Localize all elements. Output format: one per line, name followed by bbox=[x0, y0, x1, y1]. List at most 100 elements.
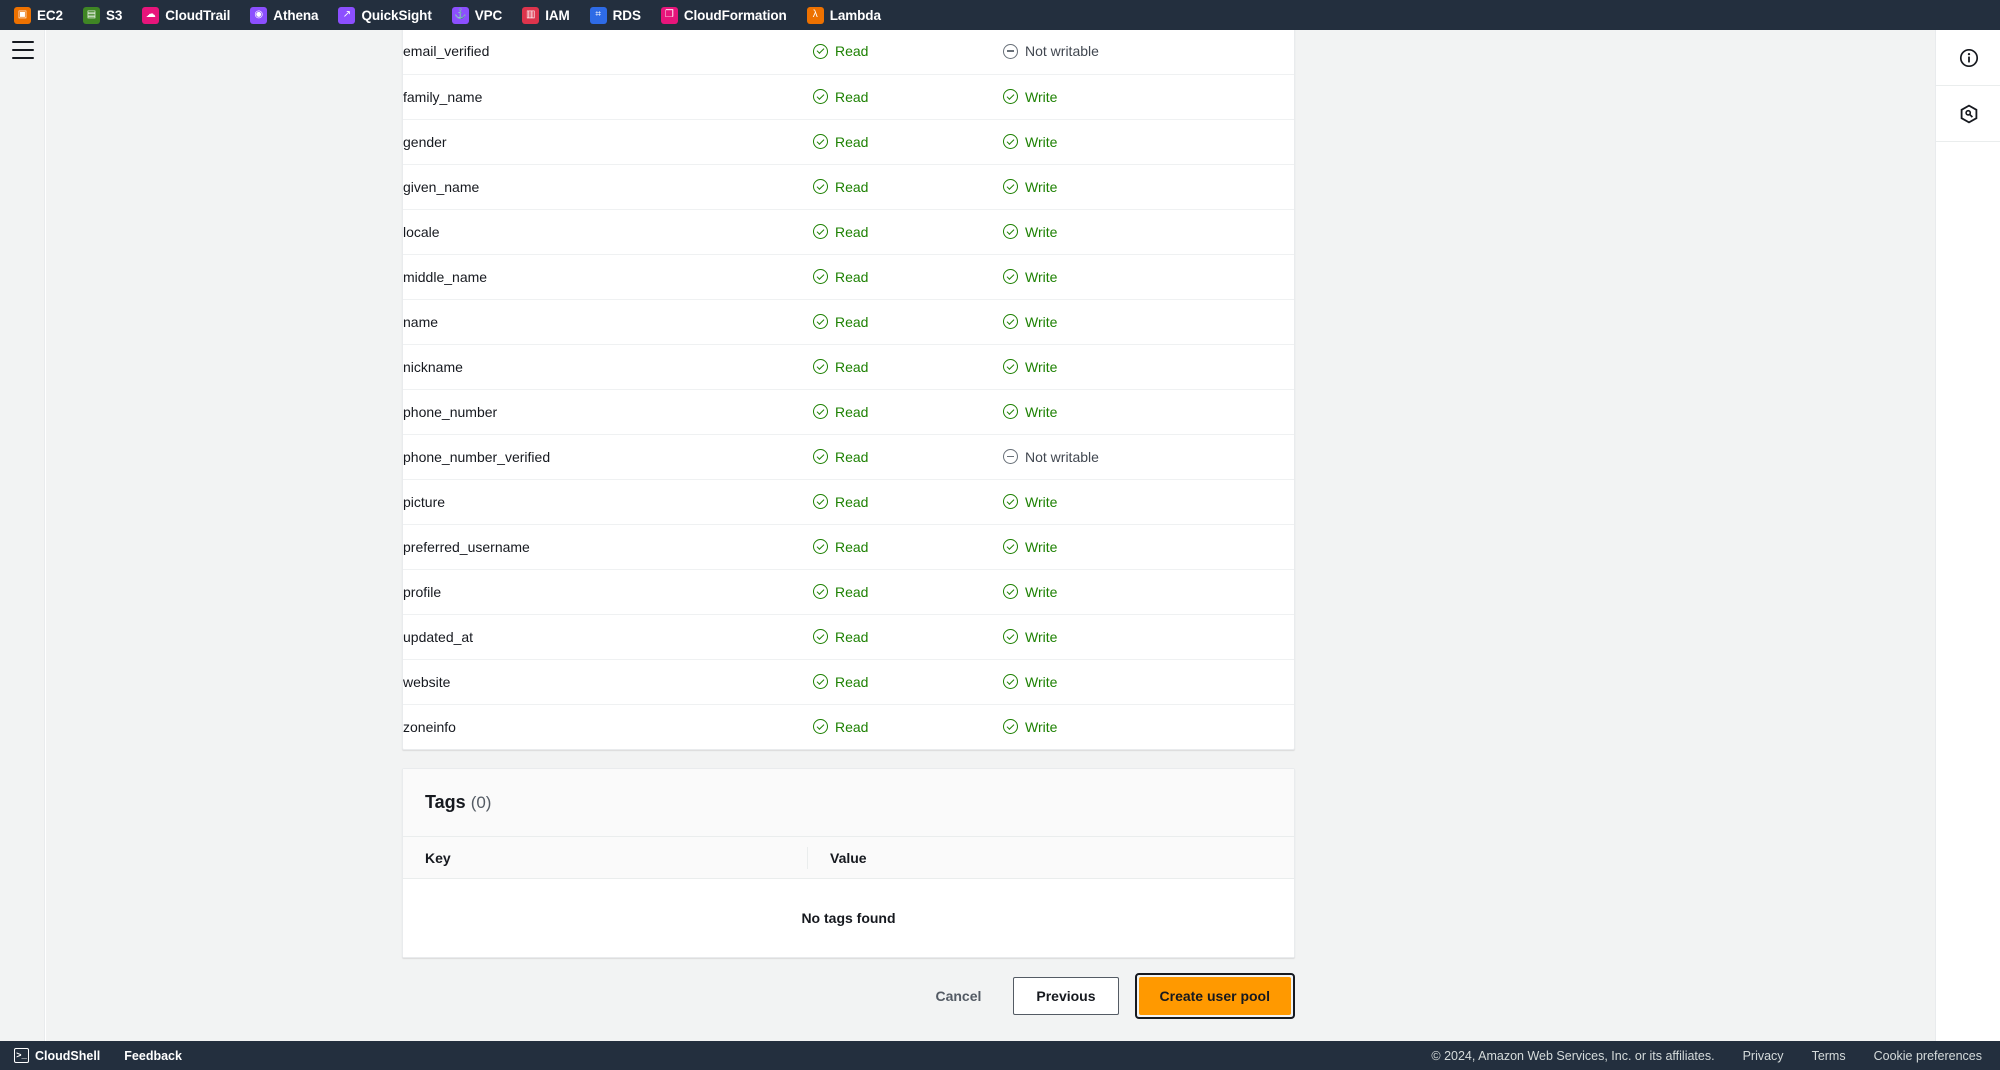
service-shortcut-quicksight[interactable]: ↗ QuickSight bbox=[338, 0, 442, 30]
status-label: Read bbox=[835, 43, 869, 60]
status-label: Read bbox=[835, 178, 869, 195]
cloudshell-button[interactable]: >_ CloudShell bbox=[14, 1048, 100, 1063]
check-circle-icon bbox=[1003, 539, 1018, 554]
attribute-name-cell: given_name bbox=[403, 164, 813, 210]
s3-icon: ▤ bbox=[82, 6, 100, 24]
hamburger-menu-icon[interactable] bbox=[12, 41, 34, 59]
status-label: Read bbox=[835, 133, 869, 150]
check-circle-icon bbox=[813, 584, 828, 599]
check-circle-icon bbox=[1003, 359, 1018, 374]
copyright-text: © 2024, Amazon Web Services, Inc. or its… bbox=[1431, 1048, 1715, 1063]
check-circle-icon bbox=[813, 719, 828, 735]
page-footer: >_ CloudShell Feedback © 2024, Amazon We… bbox=[0, 1041, 2000, 1070]
athena-icon: ◉ bbox=[250, 6, 268, 24]
create-user-pool-focus-ring: Create user pool bbox=[1134, 973, 1295, 1019]
tags-empty-message: No tags found bbox=[403, 879, 1294, 957]
service-shortcut-rds[interactable]: ⌗ RDS bbox=[589, 0, 652, 30]
status-label: Write bbox=[1025, 493, 1058, 510]
check-circle-icon bbox=[813, 629, 828, 644]
info-panel-button[interactable] bbox=[1936, 30, 2000, 86]
terms-link[interactable]: Terms bbox=[1812, 1049, 1846, 1063]
check-circle-icon bbox=[813, 404, 828, 419]
attribute-name-cell: zoneinfo bbox=[403, 718, 456, 735]
create-user-pool-button[interactable]: Create user pool bbox=[1138, 977, 1291, 1015]
table-row: updated_at Read Write bbox=[403, 614, 1294, 660]
write-permission-cell: Not writable bbox=[1003, 30, 1294, 75]
check-circle-icon bbox=[813, 224, 828, 239]
app-shell: email_verified Read Not writable family_nam… bbox=[0, 30, 2000, 1041]
left-navigation-rail bbox=[0, 30, 45, 1041]
top-service-nav: ▣ EC2 ▤ S3 ☁ CloudTrail ◉ Athena ↗ Quick… bbox=[0, 0, 2000, 30]
table-row: gender Read Write bbox=[403, 119, 1294, 165]
cookie-preferences-link[interactable]: Cookie preferences bbox=[1874, 1049, 1982, 1063]
table-row: phone_number Read Write bbox=[403, 389, 1294, 435]
status-label: Write bbox=[1025, 223, 1058, 240]
status-label: Write bbox=[1025, 403, 1058, 420]
service-label: RDS bbox=[612, 7, 641, 23]
status-label: Write bbox=[1025, 358, 1058, 375]
check-circle-icon bbox=[813, 449, 828, 464]
attribute-permissions-card: email_verified Read Not writable family_nam… bbox=[402, 30, 1295, 750]
attribute-name-cell: email_verified bbox=[403, 30, 813, 75]
tags-title: Tags bbox=[425, 792, 466, 812]
service-label: VPC bbox=[474, 7, 503, 23]
privacy-link[interactable]: Privacy bbox=[1743, 1049, 1784, 1063]
read-permission-cell: Read bbox=[813, 74, 1003, 120]
service-shortcut-athena[interactable]: ◉ Athena bbox=[250, 0, 329, 30]
check-circle-icon bbox=[1003, 674, 1018, 689]
check-circle-icon bbox=[1003, 224, 1018, 239]
service-shortcut-ec2[interactable]: ▣ EC2 bbox=[14, 0, 74, 30]
check-circle-icon bbox=[813, 179, 828, 194]
feedback-link[interactable]: Feedback bbox=[124, 1049, 182, 1063]
cloudshell-label: CloudShell bbox=[35, 1048, 101, 1063]
read-permission-cell: Read bbox=[813, 434, 1003, 480]
cancel-button[interactable]: Cancel bbox=[919, 979, 997, 1013]
security-shield-icon bbox=[1960, 104, 1977, 123]
status-label: Write bbox=[1025, 313, 1058, 330]
status-label: Read bbox=[835, 583, 869, 600]
service-shortcut-lambda[interactable]: λ Lambda bbox=[806, 0, 892, 30]
wizard-actions: Cancel Previous Create user pool bbox=[402, 966, 1295, 1026]
service-label: CloudTrail bbox=[165, 7, 231, 23]
table-row: name Read Write bbox=[403, 299, 1294, 345]
status-label: Read bbox=[835, 448, 869, 465]
vpc-icon: ⚓ bbox=[451, 6, 469, 24]
read-permission-cell: Read bbox=[813, 704, 1003, 749]
table-row: middle_name Read Write bbox=[403, 254, 1294, 300]
info-circle-icon bbox=[1959, 48, 1978, 67]
table-row: locale Read Write bbox=[403, 209, 1294, 255]
main-content: email_verified Read Not writable family_nam… bbox=[400, 30, 1935, 1041]
service-shortcut-vpc[interactable]: ⚓ VPC bbox=[451, 0, 513, 30]
write-permission-cell: Write bbox=[1003, 209, 1294, 255]
status-label: Read bbox=[835, 673, 869, 690]
service-shortcut-cloudformation[interactable]: ❐ CloudFormation bbox=[660, 0, 798, 30]
previous-button[interactable]: Previous bbox=[1013, 977, 1119, 1015]
write-permission-cell: Write bbox=[1003, 344, 1294, 390]
table-row: preferred_username Read Write bbox=[403, 524, 1294, 570]
read-permission-cell: Read bbox=[813, 30, 1003, 75]
table-row: phone_number_verified Read Not writable bbox=[403, 434, 1294, 480]
left-spacer bbox=[46, 30, 400, 1041]
check-circle-icon bbox=[813, 269, 828, 284]
check-circle-icon bbox=[1003, 629, 1018, 644]
write-permission-cell: Write bbox=[1003, 614, 1294, 660]
tags-column-key: Key bbox=[425, 849, 451, 866]
service-shortcut-s3[interactable]: ▤ S3 bbox=[82, 0, 133, 30]
table-row: nickname Read Write bbox=[403, 344, 1294, 390]
write-permission-cell: Write bbox=[1003, 389, 1294, 435]
service-label: S3 bbox=[105, 7, 123, 23]
check-circle-icon bbox=[1003, 584, 1018, 599]
status-label: Read bbox=[835, 223, 869, 240]
status-label: Write bbox=[1025, 268, 1058, 285]
read-permission-cell: Read bbox=[813, 569, 1003, 615]
read-permission-cell: Read bbox=[813, 209, 1003, 255]
security-panel-button[interactable] bbox=[1936, 86, 2000, 142]
table-row: given_name Read Write bbox=[403, 164, 1294, 210]
read-permission-cell: Read bbox=[813, 254, 1003, 300]
check-circle-icon bbox=[813, 539, 828, 554]
service-shortcut-cloudtrail[interactable]: ☁ CloudTrail bbox=[142, 0, 241, 30]
service-label: Lambda bbox=[829, 7, 881, 23]
check-circle-icon bbox=[1003, 269, 1018, 284]
service-shortcut-iam[interactable]: ▥ IAM bbox=[522, 0, 580, 30]
status-label: Write bbox=[1025, 538, 1058, 555]
